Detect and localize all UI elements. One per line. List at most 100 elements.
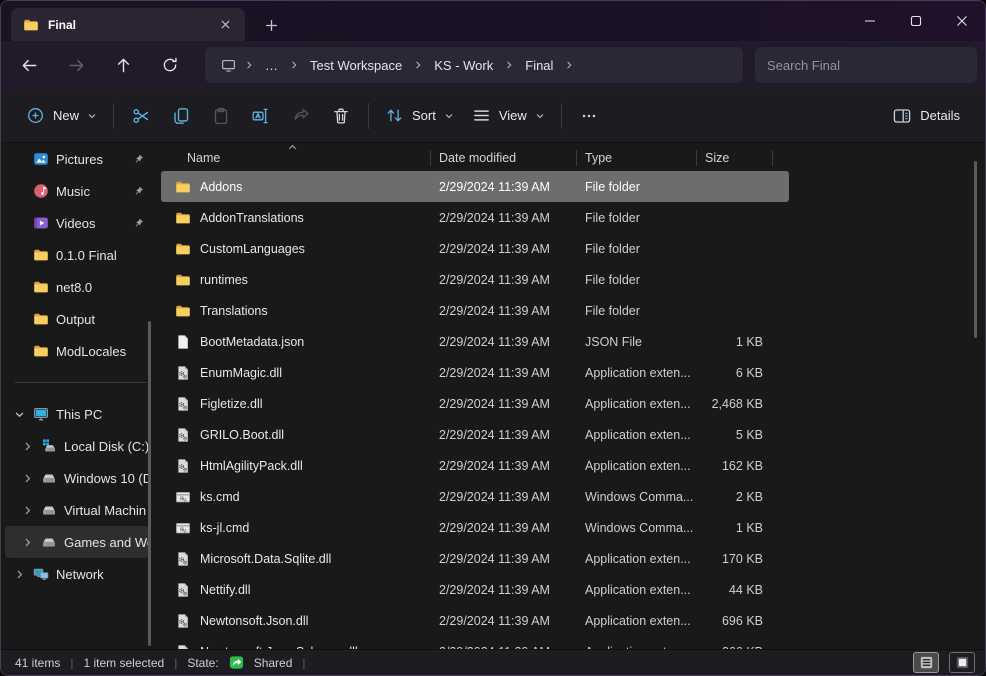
table-row[interactable]: AddonTranslations 2/29/2024 11:39 AM Fil…	[161, 202, 789, 233]
table-row[interactable]: BootMetadata.json 2/29/2024 11:39 AM JSO…	[161, 326, 789, 357]
tab-close-icon[interactable]	[213, 13, 237, 37]
breadcrumb-chevron-icon[interactable]	[289, 60, 299, 70]
sidebar-item-local-disk-c[interactable]: Local Disk (C:)	[5, 430, 149, 462]
drive-icon	[41, 502, 58, 519]
chevron-right-icon[interactable]	[19, 438, 35, 454]
chevron-placeholder	[11, 311, 27, 327]
sidebar-item-modlocales[interactable]: ModLocales	[5, 335, 149, 367]
breadcrumb-chevron-icon[interactable]	[413, 60, 423, 70]
rename-button[interactable]	[241, 98, 281, 134]
toolbar-separator	[368, 103, 369, 129]
column-header-size[interactable]: Size	[697, 150, 773, 166]
file-date-modified: 2/29/2024 11:39 AM	[431, 459, 577, 473]
sidebar-item-output[interactable]: Output	[5, 303, 149, 335]
monitor-icon[interactable]	[215, 58, 242, 73]
table-row[interactable]: Microsoft.Data.Sqlite.dll 2/29/2024 11:3…	[161, 543, 789, 574]
breadcrumb-segment[interactable]: Final	[516, 54, 562, 77]
file-type: File folder	[577, 304, 697, 318]
sidebar-item-0-1-0-final[interactable]: 0.1.0 Final	[5, 239, 149, 271]
table-row[interactable]: Addons 2/29/2024 11:39 AM File folder	[161, 171, 789, 202]
details-button[interactable]: Details	[883, 98, 969, 134]
table-row[interactable]: HtmlAgilityPack.dll 2/29/2024 11:39 AM A…	[161, 450, 789, 481]
paste-button[interactable]	[201, 98, 241, 134]
status-separator: |	[302, 656, 305, 670]
sidebar-item-net8-0[interactable]: net8.0	[5, 271, 149, 303]
file-date-modified: 2/29/2024 11:39 AM	[431, 490, 577, 504]
close-button[interactable]	[939, 1, 985, 41]
column-header-date-modified[interactable]: Date modified	[431, 150, 577, 166]
table-row[interactable]: Translations 2/29/2024 11:39 AM File fol…	[161, 295, 789, 326]
sidebar-item-pictures[interactable]: Pictures	[5, 143, 149, 175]
file-date-modified: 2/29/2024 11:39 AM	[431, 211, 577, 225]
chevron-right-icon[interactable]	[19, 534, 35, 550]
breadcrumb-chevron-icon[interactable]	[504, 60, 514, 70]
copy-button[interactable]	[161, 98, 201, 134]
chevron-down-icon	[535, 111, 545, 121]
breadcrumb-segment[interactable]: …	[256, 54, 287, 77]
sidebar-item-music[interactable]: Music	[5, 175, 149, 207]
table-row[interactable]: ks.cmd 2/29/2024 11:39 AM Windows Comma.…	[161, 481, 789, 512]
sidebar-item-label: Music	[56, 184, 126, 199]
table-row[interactable]: Figletize.dll 2/29/2024 11:39 AM Applica…	[161, 388, 789, 419]
file-name: BootMetadata.json	[200, 335, 304, 349]
minimize-button[interactable]	[847, 1, 893, 41]
tab-final[interactable]: Final	[11, 8, 245, 41]
file-list-scrollbar[interactable]	[974, 161, 977, 338]
maximize-button[interactable]	[893, 1, 939, 41]
breadcrumb-chevron-icon[interactable]	[244, 60, 254, 70]
breadcrumb-chevron-icon[interactable]	[564, 60, 574, 70]
new-button[interactable]: New	[17, 98, 106, 134]
file-name: AddonTranslations	[200, 211, 304, 225]
new-tab-button[interactable]	[259, 13, 283, 37]
icons-view-toggle[interactable]	[949, 652, 975, 673]
sort-button[interactable]: Sort	[376, 98, 463, 134]
table-row[interactable]: EnumMagic.dll 2/29/2024 11:39 AM Applica…	[161, 357, 789, 388]
sidebar-item-videos[interactable]: Videos	[5, 207, 149, 239]
sidebar-item-virtual-machin[interactable]: Virtual Machin	[5, 494, 149, 526]
chevron-right-icon[interactable]	[19, 470, 35, 486]
search-input[interactable]	[767, 58, 965, 73]
table-row[interactable]: CustomLanguages 2/29/2024 11:39 AM File …	[161, 233, 789, 264]
sidebar-scrollbar[interactable]	[148, 321, 151, 646]
details-view-toggle[interactable]	[913, 652, 939, 673]
chevron-down-icon[interactable]	[11, 406, 27, 422]
delete-button[interactable]	[321, 98, 361, 134]
column-header-name[interactable]: Name	[169, 150, 431, 166]
share-button[interactable]	[281, 98, 321, 134]
cut-button[interactable]	[121, 98, 161, 134]
chevron-right-icon[interactable]	[11, 566, 27, 582]
table-row[interactable]: Nettify.dll 2/29/2024 11:39 AM Applicati…	[161, 574, 789, 605]
plus-circle-icon	[26, 106, 45, 125]
sidebar-item-windows-10-d[interactable]: Windows 10 (D	[5, 462, 149, 494]
shared-state-icon	[229, 655, 244, 670]
breadcrumb-segment[interactable]: KS - Work	[425, 54, 502, 77]
cmd-icon	[175, 489, 191, 505]
table-row[interactable]: runtimes 2/29/2024 11:39 AM File folder	[161, 264, 789, 295]
refresh-button[interactable]	[152, 48, 188, 82]
table-row[interactable]: ks-jl.cmd 2/29/2024 11:39 AM Windows Com…	[161, 512, 789, 543]
table-row[interactable]: Newtonsoft.Json.dll 2/29/2024 11:39 AM A…	[161, 605, 789, 636]
table-row[interactable]: GRILO.Boot.dll 2/29/2024 11:39 AM Applic…	[161, 419, 789, 450]
back-button[interactable]	[11, 48, 47, 82]
table-row[interactable]: Newtonsoft.Json.Schema.dll 2/29/2024 11:…	[161, 636, 789, 649]
item-count: 41 items	[15, 656, 60, 670]
chevron-down-icon	[444, 111, 454, 121]
search-box[interactable]	[755, 47, 977, 83]
file-type: Application exten...	[577, 583, 697, 597]
view-button[interactable]: View	[463, 98, 554, 134]
dll-icon	[175, 613, 191, 629]
file-date-modified: 2/29/2024 11:39 AM	[431, 335, 577, 349]
column-headers: Name Date modified Type Size	[161, 145, 985, 171]
chevron-right-icon[interactable]	[19, 502, 35, 518]
sidebar-item-network[interactable]: Network	[5, 558, 149, 590]
sidebar-item-this-pc[interactable]: This PC	[5, 398, 149, 430]
more-options-button[interactable]	[569, 98, 609, 134]
trash-icon	[331, 106, 351, 126]
sidebar-item-games-and-wo[interactable]: Games and Wo	[5, 526, 149, 558]
column-header-type[interactable]: Type	[577, 150, 697, 166]
pin-icon	[132, 153, 145, 166]
file-size: 6 KB	[697, 366, 773, 380]
up-button[interactable]	[105, 48, 141, 82]
forward-button[interactable]	[58, 48, 94, 82]
breadcrumb-segment[interactable]: Test Workspace	[301, 54, 411, 77]
